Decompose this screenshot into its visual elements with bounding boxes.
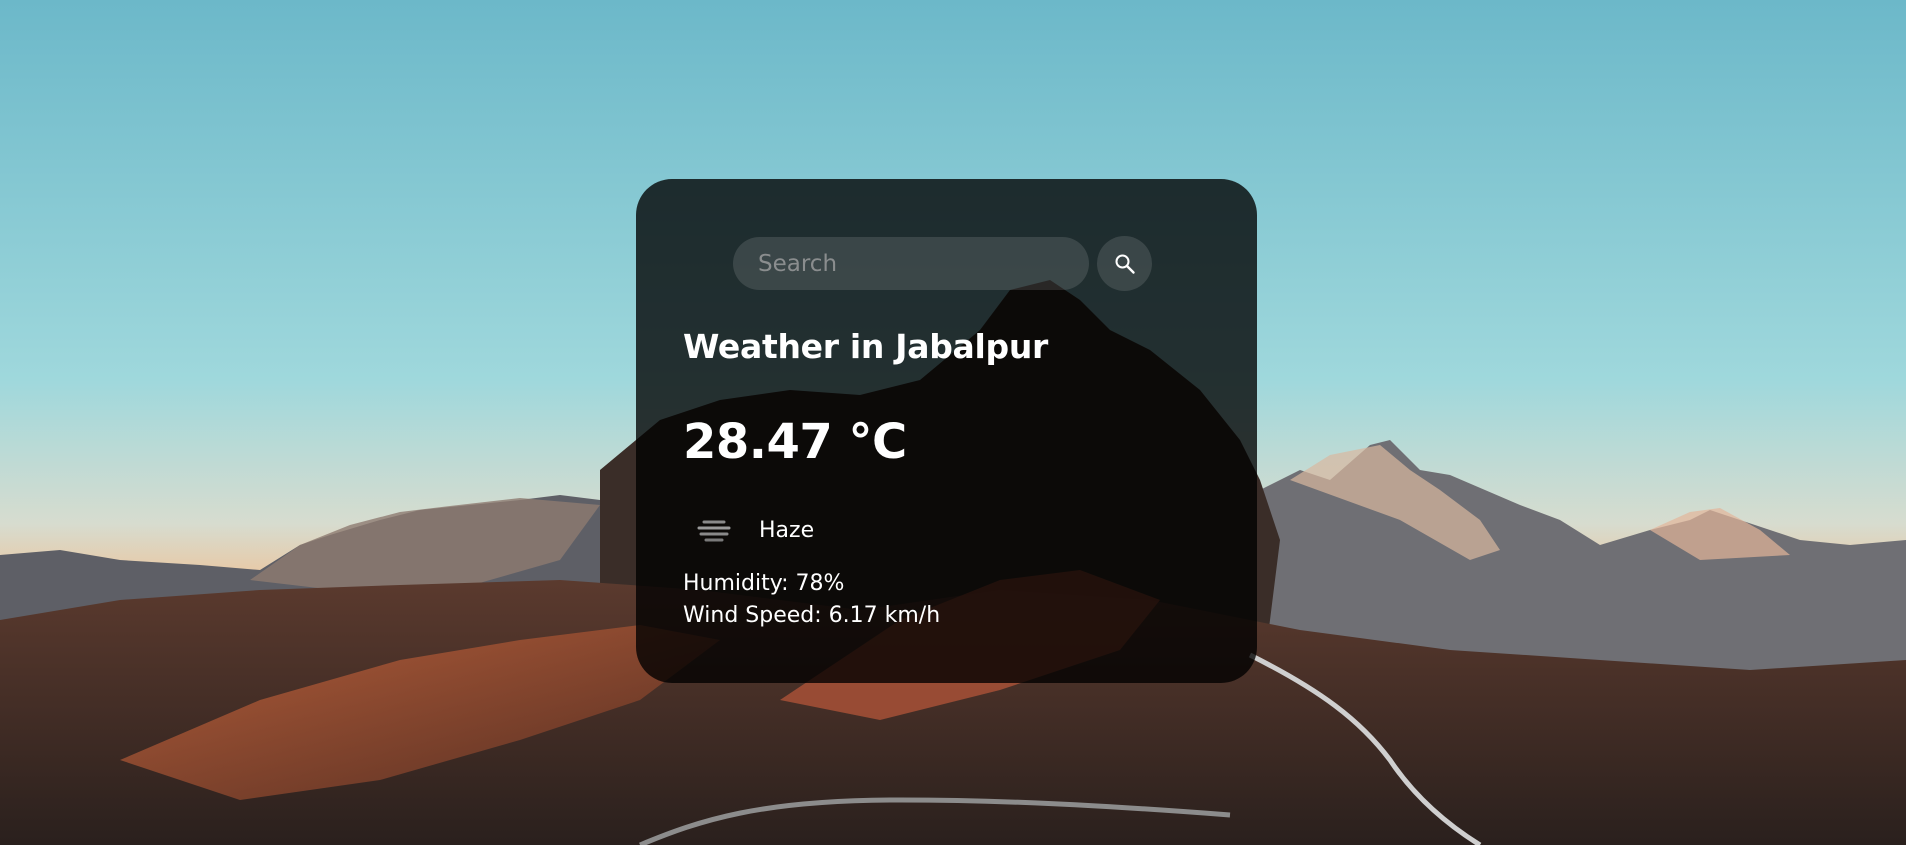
search-bar [733, 236, 1152, 291]
temperature: 28.47 °C [683, 414, 907, 470]
condition-label: Haze [759, 517, 815, 543]
condition-row: Haze [696, 516, 814, 544]
search-button[interactable] [1097, 236, 1152, 291]
search-icon [1115, 254, 1135, 274]
humidity-text: Humidity: 78% [683, 571, 845, 596]
city-title: Weather in Jabalpur [683, 327, 1049, 366]
wind-speed-text: Wind Speed: 6.17 km/h [683, 603, 941, 628]
haze-icon [697, 520, 731, 542]
weather-card: Weather in Jabalpur 28.47 °C Haze Humidi… [636, 179, 1257, 683]
search-input[interactable] [733, 237, 1089, 290]
